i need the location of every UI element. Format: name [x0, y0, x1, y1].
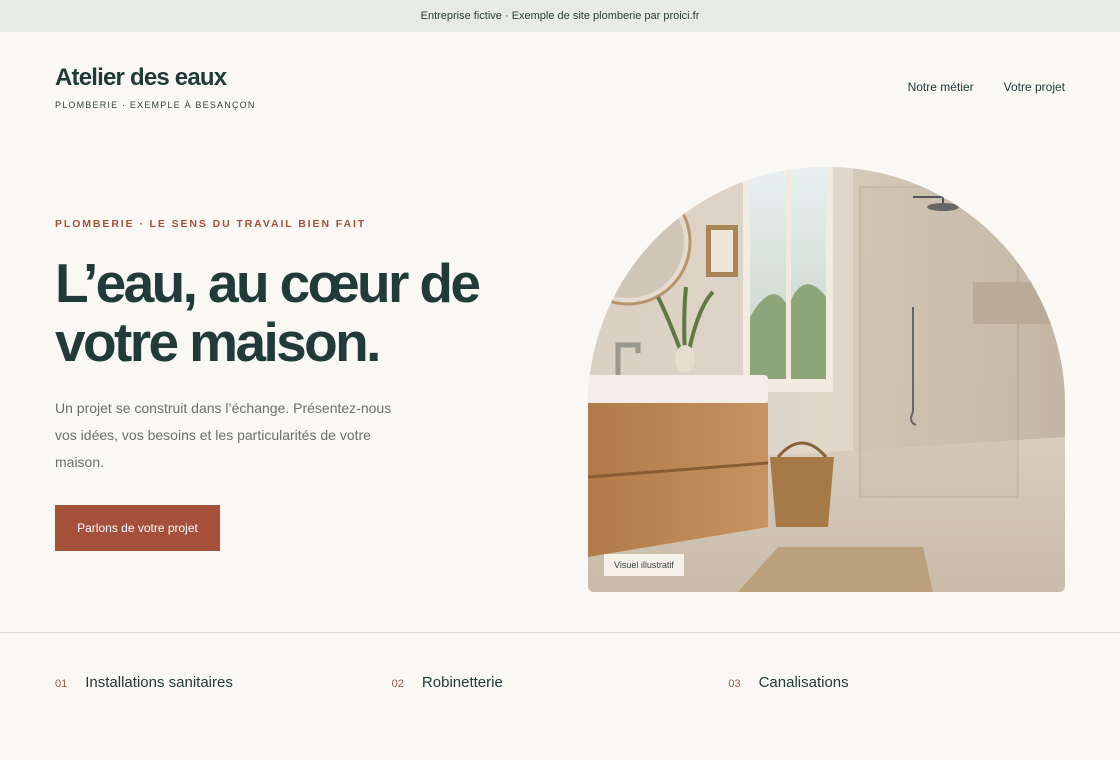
- service-item[interactable]: 01 Installations sanitaires: [55, 674, 392, 691]
- hero-intro: Un projet se construit dans l’échange. P…: [55, 400, 392, 470]
- services-list: 01 Installations sanitaires 02 Robinette…: [55, 674, 1065, 691]
- service-item[interactable]: 02 Robinetterie: [392, 674, 729, 691]
- bathroom-illustration: [588, 167, 1065, 592]
- service-label: Canalisations: [758, 674, 849, 691]
- image-caption: Visuel illustratif: [604, 554, 684, 576]
- main-nav: Notre métier Votre projet: [908, 80, 1065, 94]
- hero-eyebrow: PLOMBERIE · LE SENS DU TRAVAIL BIEN FAIT: [55, 218, 367, 230]
- service-number: 01: [55, 678, 68, 690]
- announcement-text: Entreprise fictive · Exemple de site plo…: [420, 10, 700, 22]
- announcement-bar: Entreprise fictive · Exemple de site plo…: [0, 0, 1120, 32]
- hero-bathroom-image: Visuel illustratif: [588, 167, 1065, 592]
- section-divider: [0, 632, 1120, 633]
- service-label: Installations sanitaires: [85, 674, 233, 691]
- brand-name: Atelier des eaux: [55, 64, 227, 91]
- brand-logo[interactable]: Atelier des eaux PLOMBERIE · EXEMPLE À B…: [55, 64, 256, 110]
- hero-headline: L’eau, au cœur de votre maison.: [55, 252, 481, 373]
- brand-tagline: PLOMBERIE · EXEMPLE À BESANÇON: [55, 100, 256, 110]
- service-number: 03: [728, 678, 741, 690]
- nav-link-votre-projet[interactable]: Votre projet: [1004, 80, 1065, 94]
- contact-cta-button[interactable]: Parlons de votre projet: [55, 505, 220, 551]
- nav-link-notre-metier[interactable]: Notre métier: [908, 80, 974, 94]
- service-label: Robinetterie: [421, 674, 503, 691]
- service-number: 02: [391, 678, 404, 690]
- service-item[interactable]: 03 Canalisations: [728, 674, 1065, 691]
